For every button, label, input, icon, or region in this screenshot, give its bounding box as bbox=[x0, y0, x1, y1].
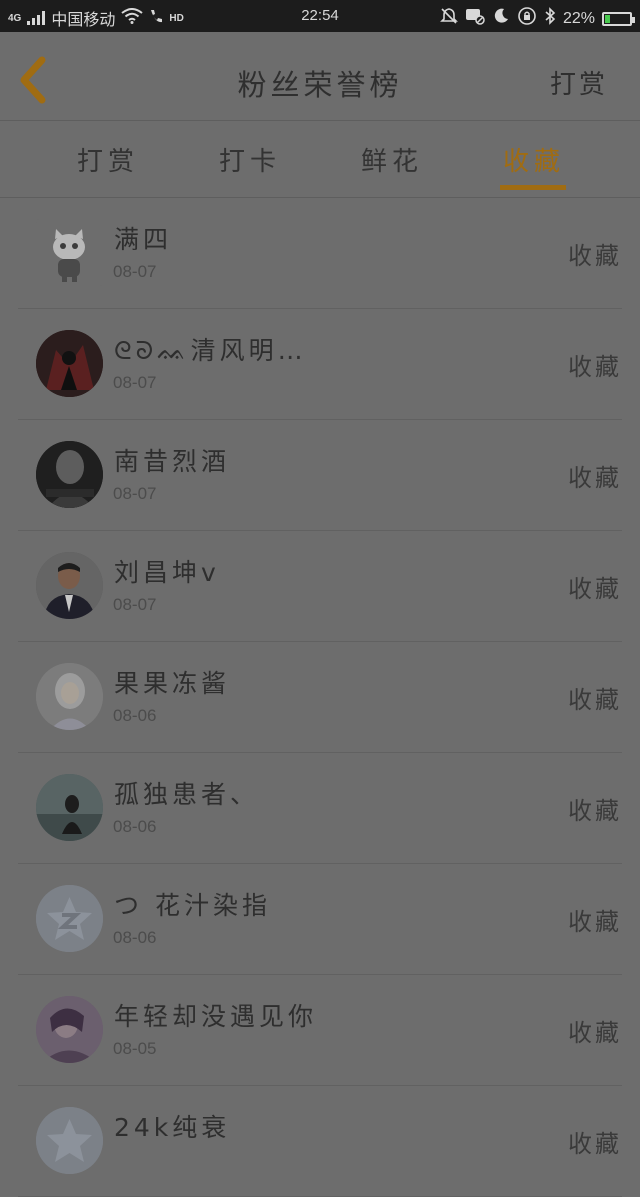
active-tab-indicator bbox=[500, 185, 566, 190]
message-blocked-icon bbox=[465, 7, 485, 30]
user-name: 果果冻酱 bbox=[114, 669, 231, 698]
item-date: 08-07 bbox=[113, 262, 157, 281]
item-action: 收藏 bbox=[568, 1019, 622, 1047]
user-name: ᘓᘐᨐ清风明… bbox=[114, 336, 307, 365]
star-icon bbox=[36, 1107, 103, 1174]
tab-favorites[interactable]: 收藏 bbox=[484, 141, 584, 178]
list-item[interactable]: ᘓᘐᨐ清风明… 08-07 收藏 bbox=[18, 309, 622, 420]
status-bar: 4G 中国移动 HD 22:54 22% bbox=[0, 0, 640, 32]
avatar bbox=[36, 219, 103, 286]
avatar bbox=[36, 663, 103, 730]
page-title: 粉丝荣誉榜 bbox=[237, 68, 403, 102]
item-action: 收藏 bbox=[568, 686, 622, 714]
default-avatar bbox=[36, 1107, 103, 1174]
rotation-lock-icon bbox=[517, 6, 537, 31]
item-action: 收藏 bbox=[568, 353, 622, 381]
list-item[interactable]: 24k纯衰 收藏 bbox=[18, 1086, 622, 1197]
item-action: 收藏 bbox=[568, 464, 622, 492]
list-item[interactable]: 刘昌坤v 08-07 收藏 bbox=[18, 531, 622, 642]
default-avatar bbox=[36, 885, 103, 952]
list-item[interactable]: 果果冻酱 08-06 收藏 bbox=[18, 642, 622, 753]
user-name: 24k纯衰 bbox=[114, 1113, 231, 1142]
tab-flowers[interactable]: 鲜花 bbox=[342, 141, 442, 178]
user-name: 刘昌坤v bbox=[114, 558, 220, 587]
mute-bell-icon bbox=[440, 7, 458, 30]
item-date: 08-07 bbox=[113, 595, 157, 614]
item-date: 08-07 bbox=[113, 373, 157, 392]
item-date: 08-06 bbox=[113, 928, 157, 947]
avatar bbox=[36, 441, 103, 508]
user-name: 满四 bbox=[114, 225, 173, 254]
avatar bbox=[36, 552, 103, 619]
list-item[interactable]: 满四 08-07 收藏 bbox=[18, 198, 622, 309]
fan-list: 满四 08-07 收藏 ᘓᘐᨐ清风明… 08-07 收藏 南昔烈酒 08-07 … bbox=[0, 198, 640, 1197]
item-action: 收藏 bbox=[568, 1130, 622, 1158]
list-item[interactable]: 年轻却没遇见你 08-05 收藏 bbox=[18, 975, 622, 1086]
item-date: 08-06 bbox=[113, 706, 157, 725]
tip-button[interactable]: 打赏 bbox=[550, 64, 608, 101]
item-date: 08-07 bbox=[113, 484, 157, 503]
list-item[interactable]: つ 花汁染指 08-06 收藏 bbox=[18, 864, 622, 975]
tab-tip[interactable]: 打赏 bbox=[58, 141, 158, 178]
app-header: 粉丝荣誉榜 打赏 bbox=[0, 32, 640, 121]
item-action: 收藏 bbox=[568, 575, 622, 603]
list-item[interactable]: 孤独患者、 08-06 收藏 bbox=[18, 753, 622, 864]
tab-checkin[interactable]: 打卡 bbox=[200, 141, 300, 178]
item-date: 08-05 bbox=[113, 1039, 157, 1058]
battery-percent: 22% bbox=[562, 9, 595, 27]
user-name: つ 花汁染指 bbox=[114, 891, 271, 920]
avatar bbox=[36, 330, 103, 397]
item-action: 收藏 bbox=[568, 908, 622, 936]
avatar bbox=[36, 774, 103, 841]
list-item[interactable]: 南昔烈酒 08-07 收藏 bbox=[18, 420, 622, 531]
item-action: 收藏 bbox=[568, 242, 622, 270]
user-name: 年轻却没遇见你 bbox=[114, 1002, 318, 1031]
tab-bar: 打赏 打卡 鲜花 收藏 bbox=[0, 121, 640, 198]
user-name: 南昔烈酒 bbox=[114, 447, 231, 476]
bluetooth-icon bbox=[544, 7, 556, 30]
user-name: 孤独患者、 bbox=[114, 780, 260, 809]
avatar bbox=[36, 996, 103, 1063]
moon-icon bbox=[492, 7, 510, 30]
item-action: 收藏 bbox=[568, 797, 622, 825]
item-date: 08-06 bbox=[113, 817, 157, 836]
star-icon bbox=[36, 885, 103, 952]
battery-icon bbox=[602, 11, 635, 26]
